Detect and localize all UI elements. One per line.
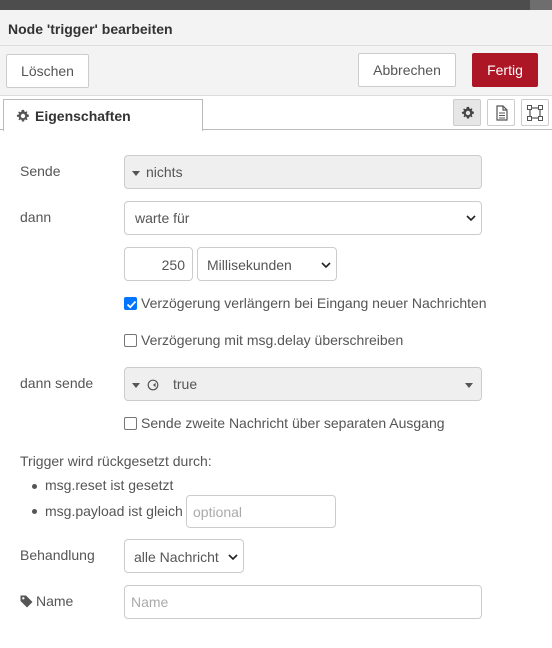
tab-properties-label: Eigenschaften xyxy=(35,108,131,124)
name-input[interactable] xyxy=(124,585,482,619)
top-bar-edge xyxy=(530,0,552,10)
reset-heading: Trigger wird rückgesetzt durch: xyxy=(20,453,212,469)
override-delay-checkbox[interactable] xyxy=(124,334,137,347)
done-button[interactable]: Fertig xyxy=(472,53,538,87)
checkmark-icon xyxy=(126,300,137,309)
frame-icon xyxy=(527,105,543,121)
dialog-toolbar: Löschen Abbrechen Fertig xyxy=(0,46,552,96)
chevron-down-icon xyxy=(228,554,238,561)
extend-delay-label: Verzögerung verlängern bei Eingang neuer… xyxy=(141,295,487,311)
second-output-checkbox[interactable] xyxy=(124,417,137,430)
tab-bar: Eigenschaften xyxy=(0,96,552,131)
then-send-select[interactable]: true xyxy=(124,367,482,401)
delay-unit-value: Millisekunden xyxy=(207,257,292,273)
send-label: Sende xyxy=(20,163,61,179)
gear-icon xyxy=(16,109,29,122)
reset-item-1: msg.reset ist gesetzt xyxy=(45,477,174,493)
handling-select[interactable]: alle Nachricht xyxy=(124,539,244,573)
override-delay-label: Verzögerung mit msg.delay überschreiben xyxy=(141,332,404,348)
send-type-value: nichts xyxy=(146,164,183,180)
gear-icon xyxy=(461,106,474,119)
tab-description-button[interactable] xyxy=(487,99,515,126)
chevron-down-icon xyxy=(321,262,331,269)
dialog-title: Node 'trigger' bearbeiten xyxy=(8,21,173,37)
extend-delay-checkbox[interactable] xyxy=(124,297,137,310)
delay-value-input[interactable]: 250 xyxy=(124,247,193,281)
cancel-button[interactable]: Abbrechen xyxy=(358,53,456,87)
caret-down-icon xyxy=(465,383,473,388)
dialog-header: Node 'trigger' bearbeiten xyxy=(0,10,552,46)
chevron-down-icon xyxy=(466,215,476,222)
send-type-select[interactable]: nichts xyxy=(124,155,482,189)
delay-value: 250 xyxy=(161,257,185,273)
bullet-icon xyxy=(32,484,37,489)
tab-settings-button[interactable] xyxy=(453,99,481,126)
bullet-icon xyxy=(32,509,37,514)
window-top-bar xyxy=(0,0,552,10)
document-icon xyxy=(496,105,508,121)
second-output-label: Sende zweite Nachricht über separaten Au… xyxy=(141,415,445,431)
delay-unit-select[interactable]: Millisekunden xyxy=(197,247,337,281)
caret-down-icon xyxy=(132,383,140,388)
delete-button[interactable]: Löschen xyxy=(6,54,89,88)
tab-properties[interactable]: Eigenschaften xyxy=(3,99,203,131)
then-send-value: true xyxy=(173,376,198,392)
tab-appearance-button[interactable] xyxy=(521,99,549,126)
then-value: warte für xyxy=(135,210,190,226)
handling-value: alle Nachricht xyxy=(134,549,219,565)
then-select[interactable]: warte für xyxy=(124,201,482,235)
reset-item-2: msg.payload ist gleich xyxy=(45,503,183,519)
caret-down-icon xyxy=(132,171,140,176)
boolean-type-icon xyxy=(147,379,159,391)
name-label: Name xyxy=(36,593,74,609)
reset-payload-input[interactable] xyxy=(186,495,336,528)
tag-icon xyxy=(20,595,33,608)
then-label: dann xyxy=(20,209,52,225)
then-send-label: dann sende xyxy=(20,375,94,391)
handling-label: Behandlung xyxy=(20,547,95,563)
